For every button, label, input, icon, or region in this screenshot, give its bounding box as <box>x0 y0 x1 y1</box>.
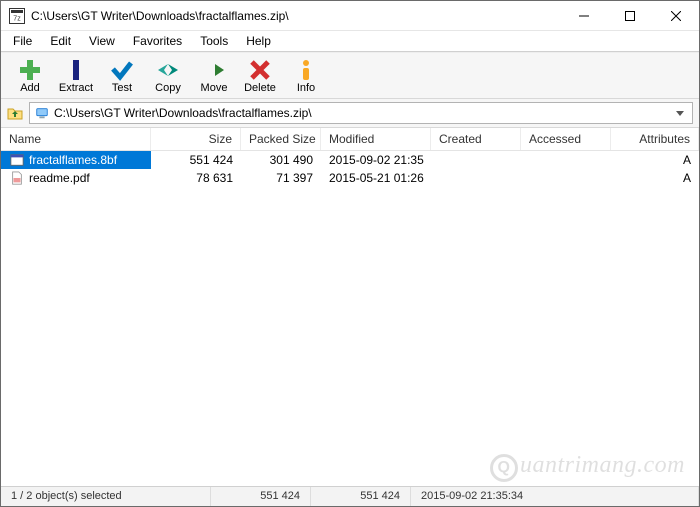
file-size: 78 631 <box>151 170 241 186</box>
app-icon: 7z <box>9 8 25 24</box>
file-size: 551 424 <box>151 152 241 168</box>
file-modified: 2015-05-21 01:26 <box>321 170 431 186</box>
plus-icon <box>18 58 42 82</box>
file-packed-size: 301 490 <box>241 152 321 168</box>
file-name: readme.pdf <box>29 171 90 185</box>
path-bar: C:\Users\GT Writer\Downloads\fractalflam… <box>1 99 699 128</box>
up-folder-icon[interactable] <box>7 105 23 121</box>
close-button[interactable] <box>653 1 699 30</box>
test-label: Test <box>112 82 132 94</box>
menu-bar: File Edit View Favorites Tools Help <box>1 31 699 51</box>
col-name[interactable]: Name <box>1 128 151 150</box>
maximize-button[interactable] <box>607 1 653 30</box>
menu-help[interactable]: Help <box>238 33 279 49</box>
status-size: 551 424 <box>211 487 311 506</box>
info-icon <box>294 58 318 82</box>
info-label: Info <box>297 82 315 94</box>
file-attributes: A <box>611 152 699 168</box>
menu-favorites[interactable]: Favorites <box>125 33 190 49</box>
file-modified: 2015-09-02 21:35 <box>321 152 431 168</box>
computer-icon <box>34 105 50 121</box>
delete-icon <box>248 58 272 82</box>
delete-button[interactable]: Delete <box>237 56 283 96</box>
copy-button[interactable]: Copy <box>145 56 191 96</box>
move-label: Move <box>201 82 228 94</box>
extract-label: Extract <box>59 82 93 94</box>
status-selection: 1 / 2 object(s) selected <box>1 487 211 506</box>
status-modified: 2015-09-02 21:35:34 <box>411 487 699 506</box>
extract-icon <box>64 58 88 82</box>
copy-icon <box>156 58 180 82</box>
file-accessed <box>521 177 611 179</box>
test-button[interactable]: Test <box>99 56 145 96</box>
move-button[interactable]: Move <box>191 56 237 96</box>
menu-view[interactable]: View <box>81 33 123 49</box>
add-label: Add <box>20 82 40 94</box>
col-created[interactable]: Created <box>431 128 521 150</box>
check-icon <box>110 58 134 82</box>
file-accessed <box>521 159 611 161</box>
file-row[interactable]: readme.pdf 78 63171 3972015-05-21 01:26 A <box>1 169 699 187</box>
menu-tools[interactable]: Tools <box>192 33 236 49</box>
copy-label: Copy <box>155 82 181 94</box>
file-created <box>431 159 521 161</box>
title-bar: 7z C:\Users\GT Writer\Downloads\fractalf… <box>1 1 699 31</box>
col-accessed[interactable]: Accessed <box>521 128 611 150</box>
col-attributes[interactable]: Attributes <box>611 128 699 150</box>
file-icon <box>9 152 25 168</box>
window-title: C:\Users\GT Writer\Downloads\fractalflam… <box>31 9 561 23</box>
toolbar: Add Extract Test Copy Move <box>1 52 699 99</box>
path-text: C:\Users\GT Writer\Downloads\fractalflam… <box>50 106 672 120</box>
file-icon <box>9 170 25 186</box>
col-packed-size[interactable]: Packed Size <box>241 128 321 150</box>
info-button[interactable]: Info <box>283 56 329 96</box>
col-modified[interactable]: Modified <box>321 128 431 150</box>
file-list[interactable]: Name Size Packed Size Modified Created A… <box>1 128 699 486</box>
add-button[interactable]: Add <box>7 56 53 96</box>
window-controls <box>561 1 699 30</box>
status-bar: 1 / 2 object(s) selected 551 424 551 424… <box>1 486 699 506</box>
status-packed: 551 424 <box>311 487 411 506</box>
svg-text:7z: 7z <box>13 15 21 22</box>
delete-label: Delete <box>244 82 276 94</box>
file-packed-size: 71 397 <box>241 170 321 186</box>
menu-edit[interactable]: Edit <box>42 33 79 49</box>
minimize-button[interactable] <box>561 1 607 30</box>
file-name: fractalflames.8bf <box>29 153 117 167</box>
move-icon <box>202 58 226 82</box>
app-window: 7z C:\Users\GT Writer\Downloads\fractalf… <box>0 0 700 507</box>
column-headers: Name Size Packed Size Modified Created A… <box>1 128 699 151</box>
path-dropdown-icon[interactable] <box>672 106 688 120</box>
file-row[interactable]: fractalflames.8bf 551 424301 4902015-09-0… <box>1 151 699 169</box>
file-created <box>431 177 521 179</box>
col-size[interactable]: Size <box>151 128 241 150</box>
path-input[interactable]: C:\Users\GT Writer\Downloads\fractalflam… <box>29 102 693 124</box>
menu-file[interactable]: File <box>5 33 40 49</box>
extract-button[interactable]: Extract <box>53 56 99 96</box>
file-attributes: A <box>611 170 699 186</box>
